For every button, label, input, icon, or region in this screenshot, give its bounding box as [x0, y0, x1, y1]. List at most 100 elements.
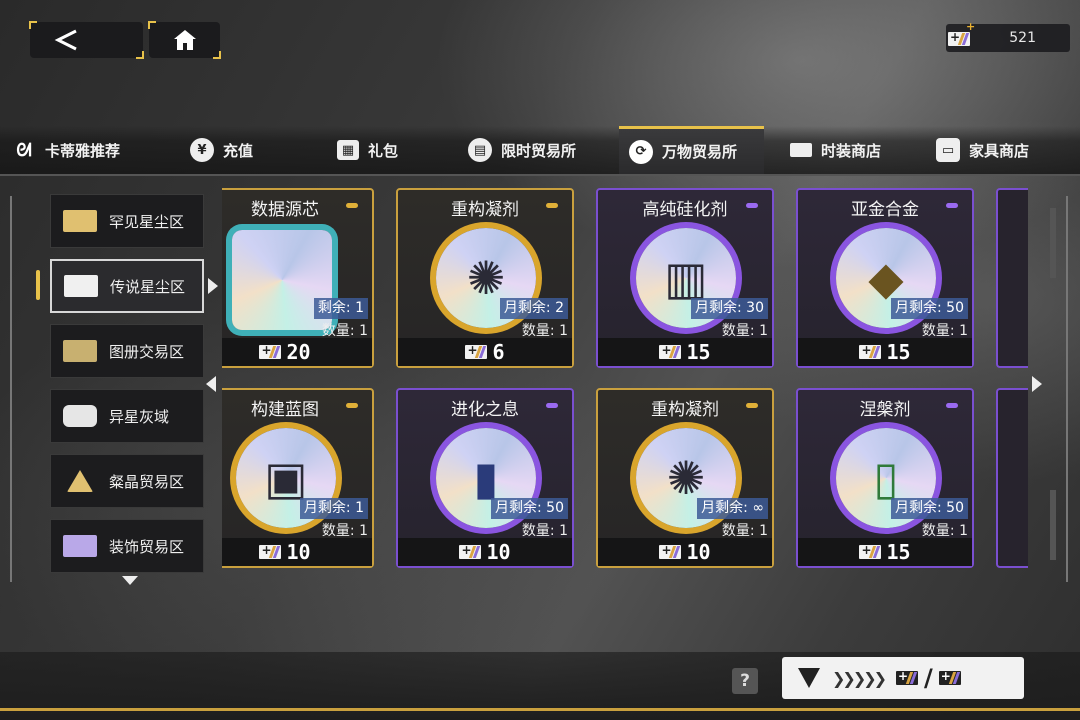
tab-furniture-shop[interactable]: ▭ 家具商店 [936, 126, 1029, 174]
tab-label: 礼包 [368, 141, 399, 160]
purchase-quantity: 数量: 1 [521, 323, 568, 339]
tab-limited-trade[interactable]: ▤ 限时贸易所 [468, 126, 576, 174]
side-item-decor-trade[interactable]: 装饰贸易区 [50, 519, 204, 573]
remaining-count: 月剩余: 30 [691, 298, 768, 319]
card-icon [790, 143, 812, 157]
home-button[interactable] [148, 21, 221, 59]
item-card[interactable]: 高纯硅化剂 ▥ 月剩余: 30 数量: 1 + 15 [596, 188, 774, 368]
item-card-partial[interactable] [996, 388, 1028, 568]
item-grid: 数据源芯 剩余: 1 数量: 1 + 20 重构凝剂 ✺ 月剩余: 2 数量: … [222, 186, 1028, 574]
item-price: 15 [886, 340, 911, 364]
item-price: 15 [886, 540, 911, 564]
tab-gift-pack[interactable]: ▦ 礼包 [337, 126, 398, 174]
star-ticket-icon: + [259, 343, 282, 359]
rarity-pill [546, 203, 558, 208]
rarity-pill [946, 203, 958, 208]
star-ticket-icon: + [859, 543, 882, 559]
slash-divider: / [924, 664, 933, 692]
price-bar: + 6 [398, 338, 572, 366]
purchase-quantity: 数量: 1 [321, 523, 368, 539]
item-name: 高纯硅化剂 [642, 200, 728, 220]
side-item-album-trade[interactable]: 图册交易区 [50, 324, 204, 378]
currency-amount: 521 [1009, 30, 1036, 46]
rarity-pill [346, 403, 358, 408]
side-item-label: 粲晶贸易区 [109, 472, 185, 491]
tab-katya-recommend[interactable]: ᘛ 卡蒂雅推荐 [12, 126, 120, 174]
help-label: ? [740, 671, 750, 691]
album-icon [63, 340, 97, 362]
side-scroll-down-icon[interactable] [122, 576, 138, 585]
item-price: 15 [686, 340, 711, 364]
purchase-quantity: 数量: 1 [921, 523, 968, 539]
back-button[interactable] [29, 21, 144, 59]
currency-convert-button[interactable]: ❯❯❯❯❯ + / + [782, 657, 1024, 699]
rarity-pill [746, 203, 758, 208]
grid-scroll-left-icon[interactable] [206, 376, 216, 392]
side-item-rare-stardust[interactable]: 罕见星尘区 [50, 194, 204, 248]
star-ticket-icon: + [948, 30, 970, 46]
rare-ticket-icon: + [896, 669, 919, 685]
remaining-count: 月剩余: ∞ [697, 498, 768, 519]
rarity-pill [546, 403, 558, 408]
side-item-alien-gray-zone[interactable]: 异星灰域 [50, 389, 204, 443]
currency-display: + + 521 [946, 20, 1070, 52]
side-item-crystal-trade[interactable]: 粲晶贸易区 [50, 454, 204, 508]
tab-universal-trade[interactable]: ⟳ 万物贸易所 [619, 126, 764, 174]
side-item-legend-stardust[interactable]: 传说星尘区 [50, 259, 204, 313]
item-name: 亚金合金 [851, 200, 919, 220]
tab-label: 限时贸易所 [501, 141, 577, 160]
stardust-ticket-icon [63, 210, 97, 232]
side-active-marker [36, 270, 40, 300]
item-price: 10 [686, 540, 711, 564]
item-card[interactable]: 亚金合金 ◆ 月剩余: 50 数量: 1 + 15 [796, 188, 974, 368]
item-card[interactable]: 重构凝剂 ✺ 月剩余: ∞ 数量: 1 + 10 [596, 388, 774, 568]
remaining-count: 月剩余: 50 [491, 498, 568, 519]
remaining-count: 月剩余: 50 [891, 298, 968, 319]
home-icon [173, 30, 196, 50]
star-ticket-icon: + [859, 343, 882, 359]
tab-fashion-shop[interactable]: 时装商店 [790, 126, 881, 174]
item-price: 10 [486, 540, 511, 564]
item-card[interactable]: 涅槃剂 ▯ 月剩余: 50 数量: 1 + 15 [796, 388, 974, 568]
item-card[interactable]: 构建蓝图 ▣ 月剩余: 1 数量: 1 + 10 [222, 388, 374, 568]
legend-ticket-icon [64, 275, 98, 297]
side-item-label: 罕见星尘区 [109, 212, 185, 231]
scroll-hint-bottom [1050, 490, 1056, 560]
help-button[interactable]: ? [732, 668, 758, 694]
add-currency-icon[interactable]: + [966, 20, 975, 33]
scroll-hint-top [1050, 208, 1056, 278]
side-item-label: 异星灰域 [109, 407, 170, 426]
item-card[interactable]: 重构凝剂 ✺ 月剩余: 2 数量: 1 + 6 [396, 188, 574, 368]
item-name: 涅槃剂 [859, 400, 911, 420]
rarity-pill [946, 403, 958, 408]
rarity-pill [746, 403, 758, 408]
item-card-partial[interactable] [996, 188, 1028, 368]
gift-icon: ▦ [337, 140, 359, 160]
price-bar: + 20 [222, 338, 372, 366]
tab-label: 充值 [223, 141, 254, 160]
chevrons-icon: ❯❯❯❯❯ [832, 668, 887, 688]
price-bar: + 15 [798, 338, 972, 366]
frame-left-line [10, 196, 12, 582]
star-ticket-icon: + [465, 343, 488, 359]
star-ticket-icon: + [659, 343, 682, 359]
item-card[interactable]: 进化之息 ▮ 月剩余: 50 数量: 1 + 10 [396, 388, 574, 568]
yen-icon: ¥ [190, 138, 214, 162]
tab-recharge[interactable]: ¥ 充值 [190, 126, 253, 174]
item-name: 重构凝剂 [651, 400, 719, 420]
purchase-quantity: 数量: 1 [321, 323, 368, 339]
tab-label: 万物贸易所 [662, 143, 738, 161]
price-bar: + 15 [798, 538, 972, 566]
purchase-quantity: 数量: 1 [521, 523, 568, 539]
remaining-count: 剩余: 1 [313, 298, 368, 319]
decor-icon [63, 535, 97, 557]
grid-scroll-right-icon[interactable] [1032, 376, 1042, 392]
item-price: 10 [286, 540, 311, 564]
item-card[interactable]: 数据源芯 剩余: 1 数量: 1 + 20 [222, 188, 374, 368]
star-ticket-icon: + [459, 543, 482, 559]
price-bar: + 15 [598, 338, 772, 366]
purchase-quantity: 数量: 1 [921, 323, 968, 339]
rabbit-icon: ᘛ [16, 139, 32, 161]
side-item-label: 传说星尘区 [110, 277, 186, 296]
item-name: 重构凝剂 [451, 200, 519, 220]
